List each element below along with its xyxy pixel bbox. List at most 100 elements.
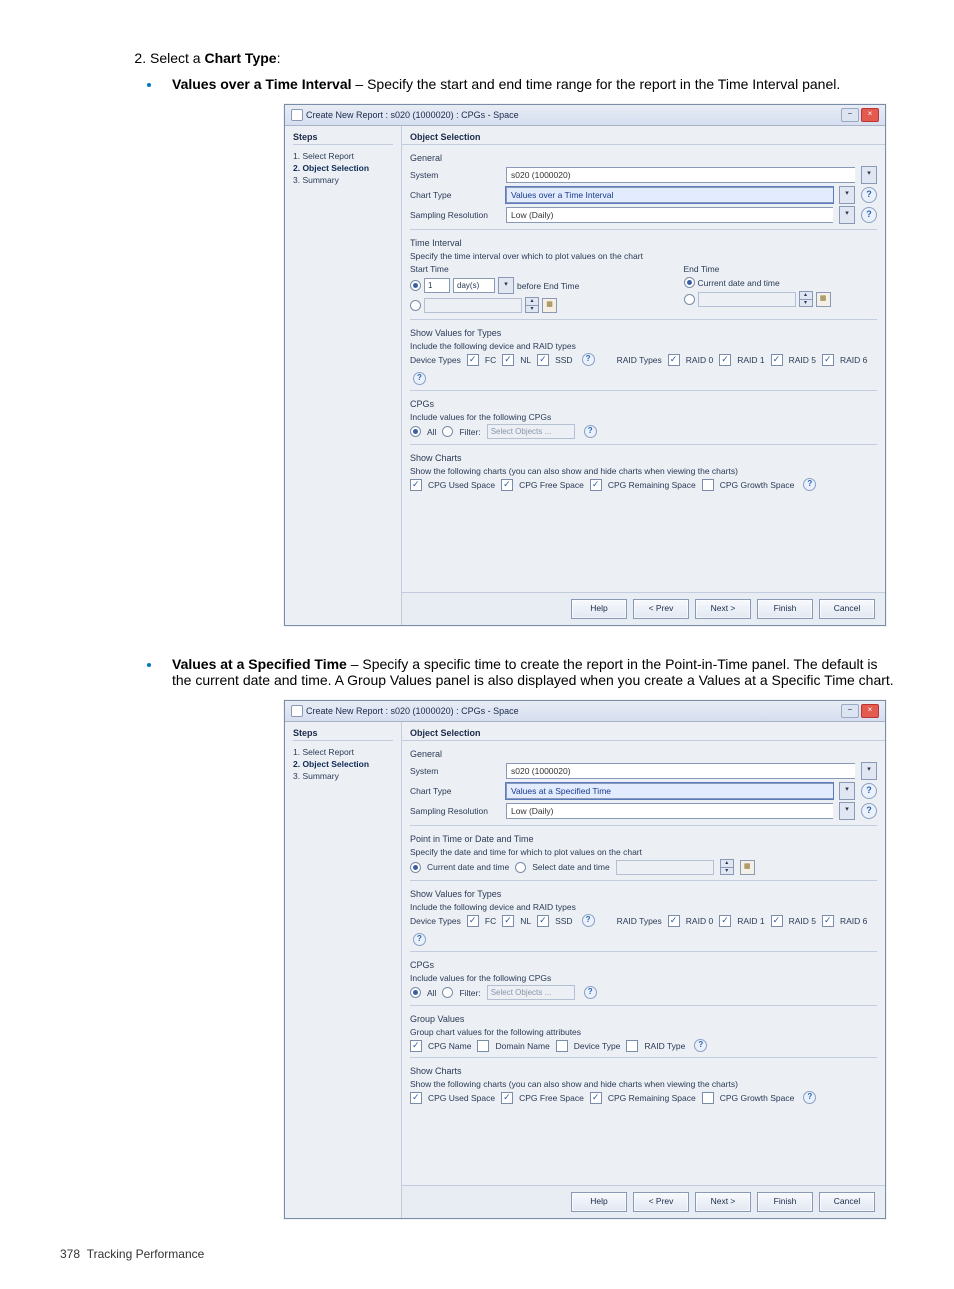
cancel-button[interactable]: Cancel bbox=[819, 1192, 875, 1212]
step-item-1[interactable]: 1. Select Report bbox=[293, 151, 393, 161]
raid-help-icon[interactable]: ? bbox=[413, 372, 426, 385]
start-date-radio[interactable] bbox=[410, 300, 421, 311]
next-button[interactable]: Next > bbox=[695, 599, 751, 619]
gv-raid-checkbox[interactable] bbox=[626, 1040, 638, 1052]
end-date-spinner[interactable]: ▴▾ bbox=[799, 291, 813, 307]
sampling-dropdown-arrow[interactable]: ▾ bbox=[839, 802, 855, 820]
prev-button[interactable]: < Prev bbox=[633, 1192, 689, 1212]
raid-help-icon[interactable]: ? bbox=[413, 933, 426, 946]
sc-help-icon[interactable]: ? bbox=[803, 478, 816, 491]
ssd-checkbox[interactable] bbox=[537, 915, 549, 927]
raid6-checkbox[interactable] bbox=[822, 915, 834, 927]
sc-growth-checkbox[interactable] bbox=[702, 479, 714, 491]
finish-button[interactable]: Finish bbox=[757, 599, 813, 619]
dialog2-titlebar[interactable]: Create New Report : s020 (1000020) : CPG… bbox=[285, 701, 885, 722]
end-date-radio[interactable] bbox=[684, 294, 695, 305]
nl-checkbox[interactable] bbox=[502, 354, 514, 366]
dialog1-titlebar[interactable]: Create New Report : s020 (1000020) : CPG… bbox=[285, 105, 885, 126]
sc-remaining-checkbox[interactable] bbox=[590, 1092, 602, 1104]
sc-remaining-checkbox[interactable] bbox=[590, 479, 602, 491]
step2-bold: Chart Type bbox=[204, 50, 276, 66]
chart-type-help-icon[interactable]: ? bbox=[861, 783, 877, 799]
prev-button[interactable]: < Prev bbox=[633, 599, 689, 619]
cpgs-help-icon[interactable]: ? bbox=[584, 425, 597, 438]
system-dropdown-arrow[interactable]: ▾ bbox=[861, 166, 877, 184]
end-current-radio[interactable] bbox=[684, 277, 695, 288]
nl-checkbox[interactable] bbox=[502, 915, 514, 927]
raid0-checkbox[interactable] bbox=[668, 354, 680, 366]
step-item-3[interactable]: 3. Summary bbox=[293, 175, 393, 185]
step-item-3[interactable]: 3. Summary bbox=[293, 771, 393, 781]
step-item-2[interactable]: 2. Object Selection bbox=[293, 759, 393, 769]
chart-type-dropdown-arrow[interactable]: ▾ bbox=[839, 186, 855, 204]
close-button[interactable]: × bbox=[861, 704, 879, 718]
show-charts-section: Show Charts bbox=[402, 449, 885, 465]
gv-cpg-checkbox[interactable] bbox=[410, 1040, 422, 1052]
pit-select-radio[interactable] bbox=[515, 862, 526, 873]
sampling-dropdown-arrow[interactable]: ▾ bbox=[839, 206, 855, 224]
close-button[interactable]: × bbox=[861, 108, 879, 122]
pit-calendar-icon[interactable]: ▦ bbox=[740, 860, 755, 875]
start-relative-radio[interactable] bbox=[410, 280, 421, 291]
sampling-dropdown[interactable]: Low (Daily) bbox=[506, 207, 833, 223]
raid1-checkbox[interactable] bbox=[719, 354, 731, 366]
end-calendar-icon[interactable]: ▦ bbox=[816, 292, 831, 307]
gv-device-checkbox[interactable] bbox=[556, 1040, 568, 1052]
minimize-button[interactable]: − bbox=[841, 108, 859, 122]
gv-domain-checkbox[interactable] bbox=[477, 1040, 489, 1052]
minimize-button[interactable]: − bbox=[841, 704, 859, 718]
fc-checkbox[interactable] bbox=[467, 354, 479, 366]
ssd-checkbox[interactable] bbox=[537, 354, 549, 366]
help-button[interactable]: Help bbox=[571, 599, 627, 619]
raid5-checkbox[interactable] bbox=[771, 354, 783, 366]
start-value-input[interactable]: 1 bbox=[424, 278, 450, 293]
cpgs-help-icon[interactable]: ? bbox=[584, 986, 597, 999]
sampling-help-icon[interactable]: ? bbox=[861, 803, 877, 819]
chart-type-dropdown-arrow[interactable]: ▾ bbox=[839, 782, 855, 800]
pit-spinner[interactable]: ▴▾ bbox=[720, 859, 734, 875]
finish-button[interactable]: Finish bbox=[757, 1192, 813, 1212]
sc-used-checkbox[interactable] bbox=[410, 479, 422, 491]
start-unit-arrow[interactable]: ▾ bbox=[498, 277, 514, 294]
sampling-help-icon[interactable]: ? bbox=[861, 207, 877, 223]
fc-checkbox[interactable] bbox=[467, 915, 479, 927]
start-date-spinner[interactable]: ▴▾ bbox=[525, 297, 539, 313]
page-number: 378 bbox=[60, 1247, 80, 1261]
cpgs-filter-radio[interactable] bbox=[442, 426, 453, 437]
dev-help-icon[interactable]: ? bbox=[582, 353, 595, 366]
chart-type-dropdown[interactable]: Values at a Specified Time bbox=[506, 783, 833, 799]
raid6-checkbox[interactable] bbox=[822, 354, 834, 366]
system-dropdown[interactable]: s020 (1000020) bbox=[506, 167, 855, 183]
raid1-checkbox[interactable] bbox=[719, 915, 731, 927]
step-item-2[interactable]: 2. Object Selection bbox=[293, 163, 393, 173]
select-objects-button[interactable]: Select Objects ... bbox=[487, 985, 575, 1000]
sampling-dropdown[interactable]: Low (Daily) bbox=[506, 803, 833, 819]
device-types-label: Device Types bbox=[410, 916, 461, 926]
sc-used-checkbox[interactable] bbox=[410, 1092, 422, 1104]
raid5-checkbox[interactable] bbox=[771, 915, 783, 927]
dialog-icon bbox=[291, 705, 303, 717]
cpgs-filter-radio[interactable] bbox=[442, 987, 453, 998]
start-unit-dropdown[interactable]: day(s) bbox=[453, 278, 495, 293]
dev-help-icon[interactable]: ? bbox=[582, 914, 595, 927]
step-item-1[interactable]: 1. Select Report bbox=[293, 747, 393, 757]
next-button[interactable]: Next > bbox=[695, 1192, 751, 1212]
start-calendar-icon[interactable]: ▦ bbox=[542, 298, 557, 313]
cpgs-section: CPGs bbox=[402, 956, 885, 972]
cancel-button[interactable]: Cancel bbox=[819, 599, 875, 619]
cpgs-all-radio[interactable] bbox=[410, 987, 421, 998]
sc-free-checkbox[interactable] bbox=[501, 479, 513, 491]
raid0-checkbox[interactable] bbox=[668, 915, 680, 927]
cpgs-all-radio[interactable] bbox=[410, 426, 421, 437]
select-objects-button[interactable]: Select Objects ... bbox=[487, 424, 575, 439]
chart-type-help-icon[interactable]: ? bbox=[861, 187, 877, 203]
help-button[interactable]: Help bbox=[571, 1192, 627, 1212]
gv-help-icon[interactable]: ? bbox=[694, 1039, 707, 1052]
sc-free-checkbox[interactable] bbox=[501, 1092, 513, 1104]
pit-current-radio[interactable] bbox=[410, 862, 421, 873]
sc-growth-checkbox[interactable] bbox=[702, 1092, 714, 1104]
system-dropdown-arrow[interactable]: ▾ bbox=[861, 762, 877, 780]
chart-type-dropdown[interactable]: Values over a Time Interval bbox=[506, 187, 833, 203]
sc-help-icon[interactable]: ? bbox=[803, 1091, 816, 1104]
system-dropdown[interactable]: s020 (1000020) bbox=[506, 763, 855, 779]
